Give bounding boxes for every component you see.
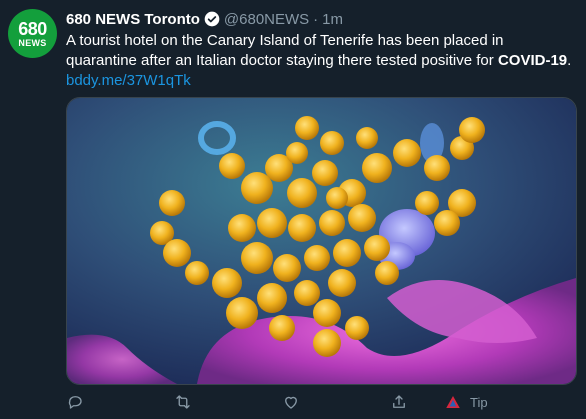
reply-icon — [68, 396, 82, 409]
reply-button[interactable] — [66, 393, 84, 411]
tip-button[interactable]: Tip — [444, 393, 488, 411]
separator-dot: · — [313, 10, 319, 28]
retweet-icon — [176, 395, 190, 409]
like-button[interactable] — [282, 393, 300, 411]
tweet-text-hashtag: COVID-19 — [497, 52, 568, 69]
display-name[interactable]: 680 NEWS Toronto — [66, 11, 200, 28]
retweet-button[interactable] — [174, 393, 192, 411]
avatar-word: NEWS — [18, 37, 47, 48]
tweet-actions: Tip — [66, 389, 578, 417]
tweet-media-image[interactable] — [66, 97, 577, 385]
verified-icon — [204, 11, 220, 27]
tweet-link[interactable]: bddy.me/37W1qTk — [66, 71, 578, 91]
share-button[interactable] — [390, 393, 408, 411]
tweet-text: A tourist hotel on the Canary Island of … — [66, 31, 578, 91]
timestamp[interactable]: 1m — [322, 11, 343, 28]
virus-image-illustration — [67, 98, 576, 384]
tweet-text-body: A tourist hotel on the Canary Island of … — [66, 32, 504, 69]
handle[interactable]: @680NEWS — [224, 11, 309, 28]
tip-icon — [446, 396, 460, 408]
share-icon — [393, 395, 405, 408]
avatar-number: 680 — [18, 18, 47, 39]
tweet-text-end: . — [567, 52, 572, 69]
heart-icon — [285, 396, 297, 409]
tip-label: Tip — [470, 394, 488, 410]
tweet-header: 680 NEWS Toronto @680NEWS · 1m — [66, 9, 343, 29]
avatar[interactable]: 680 NEWS — [8, 9, 57, 58]
